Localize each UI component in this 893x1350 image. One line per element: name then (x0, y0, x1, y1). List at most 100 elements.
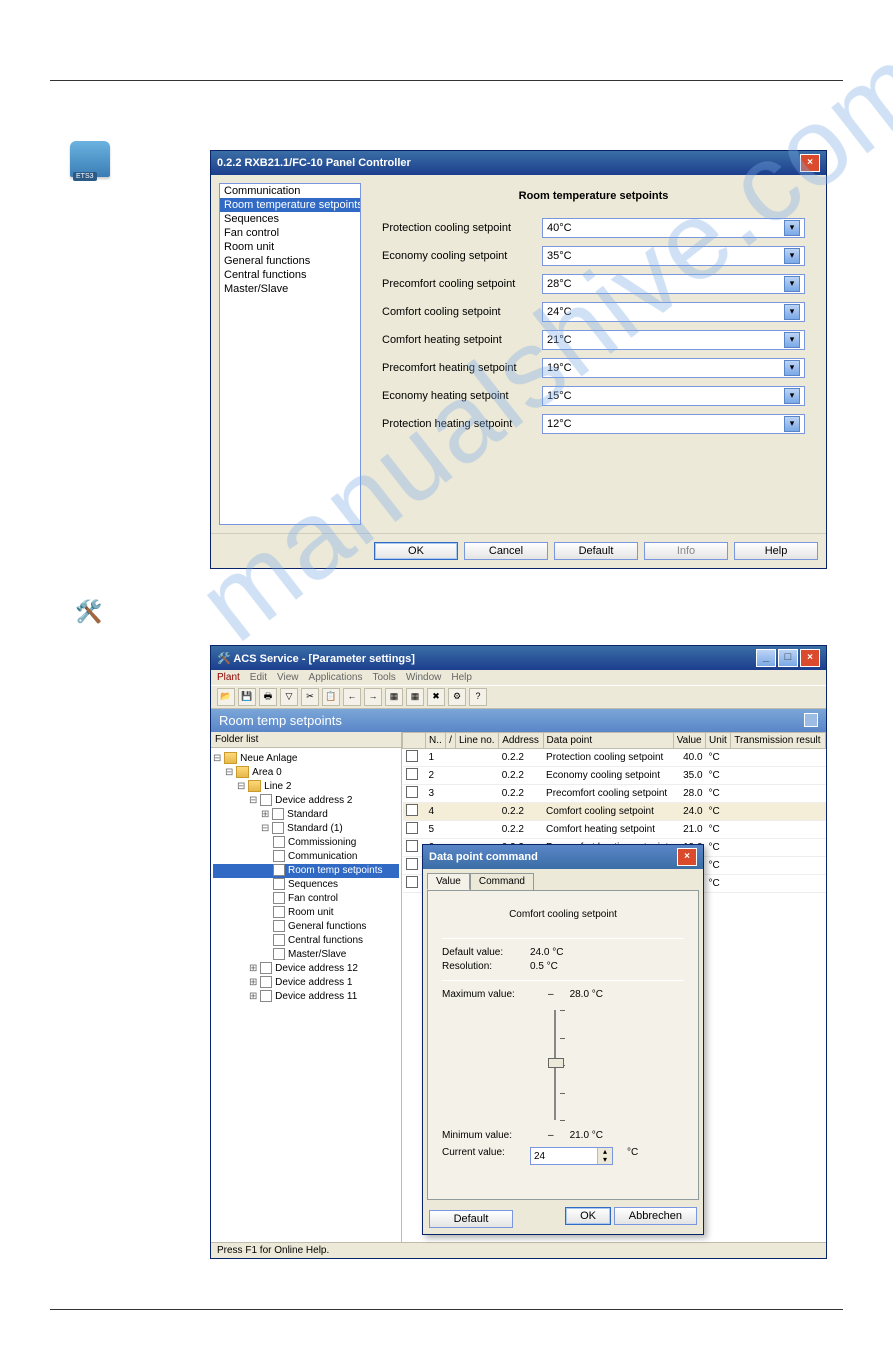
param-dropdown[interactable]: 28°C▾ (542, 274, 805, 294)
grid-header[interactable]: Line no. (455, 733, 498, 749)
chevron-down-icon[interactable]: ▾ (784, 304, 800, 320)
grid-header[interactable]: Unit (706, 733, 731, 749)
current-value-input[interactable] (531, 1148, 597, 1164)
table-row[interactable]: 20.2.2Economy cooling setpoint35.0°C (403, 767, 826, 785)
cancel-button[interactable]: Abbrechen (614, 1207, 697, 1225)
tree-node[interactable]: Room temp setpoints (213, 864, 399, 878)
save-icon[interactable]: 💾 (238, 688, 256, 706)
maximize-icon[interactable]: □ (778, 649, 798, 667)
table-row[interactable]: 40.2.2Comfort cooling setpoint24.0°C (403, 803, 826, 821)
row-checkbox[interactable] (406, 822, 418, 834)
row-checkbox[interactable] (406, 786, 418, 798)
menu-item[interactable]: Help (451, 672, 472, 683)
forward-icon[interactable]: → (364, 688, 382, 706)
param-dropdown[interactable]: 40°C▾ (542, 218, 805, 238)
tree-node[interactable]: Master/Slave (213, 948, 399, 962)
ets-nav-item[interactable]: Sequences (220, 212, 360, 226)
help-button[interactable]: Help (734, 542, 818, 560)
chevron-down-icon[interactable]: ▾ (784, 276, 800, 292)
default-button[interactable]: Default (554, 542, 638, 560)
menu-item[interactable]: Edit (250, 672, 267, 683)
tree-node[interactable]: Communication (213, 850, 399, 864)
grid-header[interactable]: Address (499, 733, 543, 749)
row-checkbox[interactable] (406, 840, 418, 852)
spin-arrows-icon[interactable]: ▴▾ (597, 1148, 612, 1164)
tree-node[interactable]: Fan control (213, 892, 399, 906)
table-row[interactable]: 30.2.2Precomfort cooling setpoint28.0°C (403, 785, 826, 803)
ets-nav-item[interactable]: Communication (220, 184, 360, 198)
grid2-icon[interactable]: ▦ (406, 688, 424, 706)
clear-icon[interactable]: ✖ (427, 688, 445, 706)
close-icon[interactable]: × (800, 154, 820, 172)
param-dropdown[interactable]: 35°C▾ (542, 246, 805, 266)
current-value-spinner[interactable]: ▴▾ (530, 1147, 613, 1165)
grid-icon[interactable]: ▦ (385, 688, 403, 706)
tree-node[interactable]: Neue Anlage (213, 752, 399, 766)
tree-node[interactable]: Standard (213, 808, 399, 822)
row-checkbox[interactable] (406, 804, 418, 816)
ets-nav-item[interactable]: Fan control (220, 226, 360, 240)
print-icon[interactable]: 🖶 (259, 688, 277, 706)
default-button[interactable]: Default (429, 1210, 513, 1228)
menu-item[interactable]: View (277, 672, 299, 683)
value-slider[interactable] (542, 1010, 572, 1120)
menu-item[interactable]: Applications (309, 672, 363, 683)
tree-node[interactable]: Device address 12 (213, 962, 399, 976)
ets-nav-item[interactable]: Room temperature setpoints (220, 198, 360, 212)
acs-tree[interactable]: Neue AnlageArea 0Line 2Device address 2S… (211, 748, 401, 1008)
chevron-down-icon[interactable]: ▾ (784, 248, 800, 264)
param-dropdown[interactable]: 24°C▾ (542, 302, 805, 322)
close-icon[interactable]: × (800, 649, 820, 667)
grid-header[interactable]: / (446, 733, 456, 749)
menu-item[interactable]: Window (406, 672, 442, 683)
tree-node[interactable]: Device address 2 (213, 794, 399, 808)
param-dropdown[interactable]: 21°C▾ (542, 330, 805, 350)
back-icon[interactable]: ← (343, 688, 361, 706)
open-icon[interactable]: 📂 (217, 688, 235, 706)
param-dropdown[interactable]: 15°C▾ (542, 386, 805, 406)
tab-value[interactable]: Value (427, 873, 470, 890)
tab-command[interactable]: Command (470, 873, 534, 890)
acs-toolbar[interactable]: 📂 💾 🖶 ▽ ✂ 📋 ← → ▦ ▦ ✖ ⚙ ? (211, 685, 826, 709)
row-checkbox[interactable] (406, 750, 418, 762)
row-checkbox[interactable] (406, 858, 418, 870)
table-row[interactable]: 10.2.2Protection cooling setpoint40.0°C (403, 749, 826, 767)
slider-thumb[interactable] (548, 1058, 564, 1068)
ets-nav-item[interactable]: Room unit (220, 240, 360, 254)
filter-icon[interactable]: ▽ (280, 688, 298, 706)
tree-node[interactable]: Device address 11 (213, 990, 399, 1004)
menu-item[interactable]: Plant (217, 672, 240, 683)
cancel-button[interactable]: Cancel (464, 542, 548, 560)
table-row[interactable]: 50.2.2Comfort heating setpoint21.0°C (403, 821, 826, 839)
tree-node[interactable]: Central functions (213, 934, 399, 948)
col-check[interactable] (403, 733, 426, 749)
tree-node[interactable]: Device address 1 (213, 976, 399, 990)
grid-header[interactable]: Data point (543, 733, 673, 749)
tree-node[interactable]: Sequences (213, 878, 399, 892)
chevron-down-icon[interactable]: ▾ (784, 388, 800, 404)
ok-button[interactable]: OK (565, 1207, 611, 1225)
tree-node[interactable]: General functions (213, 920, 399, 934)
tool-icon[interactable]: ✂ (301, 688, 319, 706)
grid-header[interactable]: Transmission result (731, 733, 826, 749)
tree-node[interactable]: Room unit (213, 906, 399, 920)
settings-icon[interactable]: ⚙ (448, 688, 466, 706)
row-checkbox[interactable] (406, 768, 418, 780)
chevron-down-icon[interactable]: ▾ (784, 332, 800, 348)
tree-node[interactable]: Commissioning (213, 836, 399, 850)
grid-header[interactable]: N.. (426, 733, 446, 749)
minimize-icon[interactable]: _ (756, 649, 776, 667)
chevron-down-icon[interactable]: ▾ (784, 360, 800, 376)
param-dropdown[interactable]: 19°C▾ (542, 358, 805, 378)
chevron-down-icon[interactable]: ▾ (784, 416, 800, 432)
close-icon[interactable]: × (677, 848, 697, 866)
copy-icon[interactable]: 📋 (322, 688, 340, 706)
ets-nav-list[interactable]: CommunicationRoom temperature setpointsS… (219, 183, 361, 525)
tree-node[interactable]: Line 2 (213, 780, 399, 794)
tree-node[interactable]: Standard (1) (213, 822, 399, 836)
ets-nav-item[interactable]: Central functions (220, 268, 360, 282)
panel-toggle-icon[interactable] (804, 713, 818, 727)
grid-header[interactable]: Value (673, 733, 705, 749)
acs-menubar[interactable]: PlantEditViewApplicationsToolsWindowHelp (211, 670, 826, 685)
ok-button[interactable]: OK (374, 542, 458, 560)
